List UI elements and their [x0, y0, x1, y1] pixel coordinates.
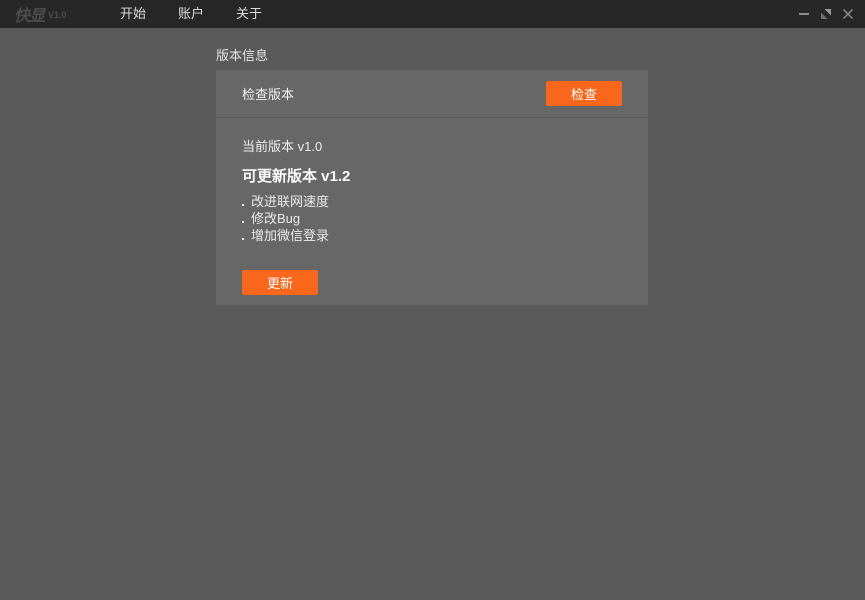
check-version-label: 检查版本 [242, 87, 295, 102]
app-version-label: V1.0 [48, 10, 67, 20]
check-version-row: 检查版本 检查 [216, 70, 648, 118]
menu-item-account[interactable]: 账户 [162, 0, 220, 28]
changelog-list: 改进联网速度 修改Bug 增加微信登录 [242, 193, 622, 244]
maximize-icon [821, 9, 831, 19]
app-window: 快显 V1.0 开始 账户 关于 版本信息 检查版本 检查 当前版本 v1.0 … [0, 0, 865, 600]
minimize-icon [799, 13, 809, 15]
app-logo: 快显 [14, 8, 45, 25]
minimize-button[interactable] [793, 0, 815, 28]
page-title: 版本信息 [216, 48, 269, 63]
main-content: 版本信息 检查版本 检查 当前版本 v1.0 可更新版本 v1.2 改进联网速度… [0, 28, 865, 600]
menubar: 开始 账户 关于 [104, 0, 278, 28]
version-card: 检查版本 检查 当前版本 v1.0 可更新版本 v1.2 改进联网速度 修改Bu… [216, 70, 648, 305]
changelog-item: 增加微信登录 [242, 227, 622, 244]
update-button[interactable]: 更新 [242, 270, 318, 295]
current-version-text: 当前版本 v1.0 [242, 139, 323, 154]
titlebar: 快显 V1.0 开始 账户 关于 [0, 0, 865, 28]
menu-item-start[interactable]: 开始 [104, 0, 162, 28]
close-icon [843, 9, 853, 19]
update-version-text: 可更新版本 v1.2 [242, 168, 351, 185]
app-logo-group: 快显 V1.0 [14, 2, 92, 26]
menu-item-about[interactable]: 关于 [220, 0, 278, 28]
changelog-item: 改进联网速度 [242, 193, 622, 210]
check-button[interactable]: 检查 [546, 81, 622, 106]
version-details: 当前版本 v1.0 可更新版本 v1.2 改进联网速度 修改Bug 增加微信登录… [216, 118, 648, 295]
changelog-item: 修改Bug [242, 210, 622, 227]
maximize-button[interactable] [815, 0, 837, 28]
close-button[interactable] [837, 0, 859, 28]
window-controls [793, 0, 865, 28]
